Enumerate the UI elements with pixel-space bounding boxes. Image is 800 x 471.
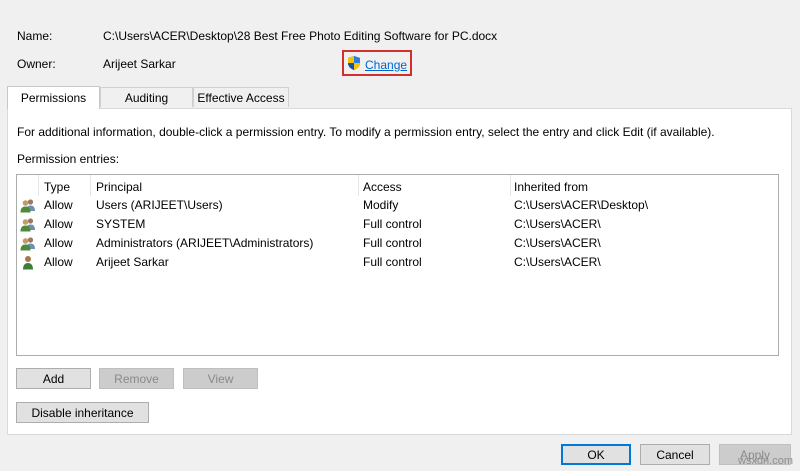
- column-separator: [510, 175, 511, 196]
- tab-effective-access[interactable]: Effective Access: [193, 87, 289, 107]
- row-principal: Arijeet Sarkar: [96, 255, 169, 269]
- group-icon: [20, 199, 35, 213]
- row-inherited-from: C:\Users\ACER\: [514, 236, 601, 250]
- table-row[interactable]: Allow Users (ARIJEET\Users) Modify C:\Us…: [17, 196, 778, 215]
- change-link-text[interactable]: Change: [365, 58, 407, 72]
- group-icon: [20, 218, 35, 232]
- tab-auditing[interactable]: Auditing: [100, 87, 193, 107]
- column-header-access[interactable]: Access: [363, 179, 402, 195]
- tab-auditing-label: Auditing: [124, 90, 169, 105]
- disable-inheritance-label: Disable inheritance: [31, 405, 134, 420]
- group-icon: [20, 237, 35, 251]
- row-principal: SYSTEM: [96, 217, 146, 231]
- row-access: Modify: [363, 198, 399, 212]
- column-header-inherited-from[interactable]: Inherited from: [514, 179, 588, 195]
- cancel-button-label: Cancel: [656, 447, 694, 462]
- file-path: C:\Users\ACER\Desktop\28 Best Free Photo…: [103, 29, 498, 43]
- remove-button-label: Remove: [114, 371, 159, 386]
- table-row[interactable]: Allow SYSTEM Full control C:\Users\ACER\: [17, 215, 778, 234]
- permission-entries-label: Permission entries:: [17, 152, 120, 166]
- column-header-principal[interactable]: Principal: [96, 179, 142, 195]
- view-button-label: View: [207, 371, 234, 386]
- row-type: Allow: [44, 198, 73, 212]
- row-access: Full control: [363, 217, 422, 231]
- row-access: Full control: [363, 236, 422, 250]
- row-type: Allow: [44, 217, 73, 231]
- row-principal: Users (ARIJEET\Users): [96, 198, 223, 212]
- name-label: Name:: [17, 29, 53, 43]
- row-type: Allow: [44, 236, 73, 250]
- uac-shield-icon: [346, 55, 362, 74]
- tab-effective-access-label: Effective Access: [197, 90, 285, 105]
- row-inherited-from: C:\Users\ACER\: [514, 217, 601, 231]
- row-type: Allow: [44, 255, 73, 269]
- ok-button[interactable]: OK: [561, 444, 631, 465]
- add-button-label: Add: [42, 371, 65, 386]
- owner-label: Owner:: [17, 57, 56, 71]
- permission-entries-list[interactable]: Type Principal Access Inherited from All…: [16, 174, 779, 356]
- tab-permissions-label: Permissions: [20, 91, 87, 105]
- watermark-text: wsxdn.com: [738, 455, 794, 467]
- disable-inheritance-button[interactable]: Disable inheritance: [16, 402, 149, 423]
- column-header-type[interactable]: Type: [44, 179, 70, 195]
- row-principal: Administrators (ARIJEET\Administrators): [96, 236, 314, 250]
- remove-button[interactable]: Remove: [99, 368, 174, 389]
- column-separator: [90, 175, 91, 196]
- row-inherited-from: C:\Users\ACER\Desktop\: [514, 198, 649, 212]
- ok-button-label: OK: [587, 447, 605, 462]
- user-icon: [23, 256, 33, 270]
- tab-permissions[interactable]: Permissions: [7, 86, 100, 109]
- column-separator: [38, 175, 39, 196]
- add-button[interactable]: Add: [16, 368, 91, 389]
- cancel-button[interactable]: Cancel: [640, 444, 710, 465]
- info-text: For additional information, double-click…: [17, 125, 715, 139]
- table-row[interactable]: Allow Arijeet Sarkar Full control C:\Use…: [17, 253, 778, 272]
- row-inherited-from: C:\Users\ACER\: [514, 255, 601, 269]
- view-button[interactable]: View: [183, 368, 258, 389]
- table-row[interactable]: Allow Administrators (ARIJEET\Administra…: [17, 234, 778, 253]
- change-owner-link[interactable]: Change: [346, 55, 407, 74]
- owner-name: Arijeet Sarkar: [103, 57, 176, 71]
- row-access: Full control: [363, 255, 422, 269]
- column-separator: [358, 175, 359, 196]
